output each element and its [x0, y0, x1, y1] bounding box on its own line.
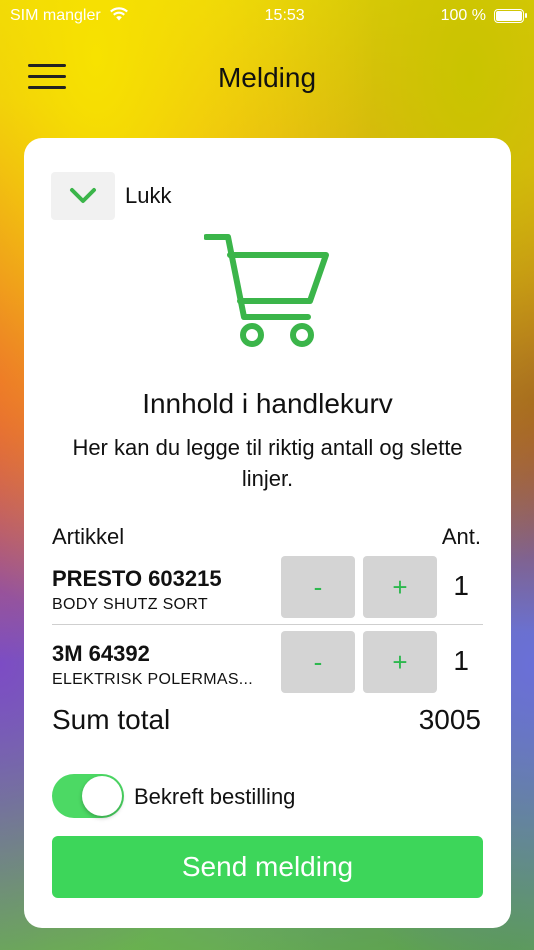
carrier-label: SIM mangler: [10, 7, 101, 24]
cart-row: PRESTO 603215 BODY SHUTZ SORT - + 1: [24, 556, 511, 622]
item-description: ELEKTRISK POLERMAS...: [52, 671, 254, 688]
status-bar: SIM mangler 15:53 100 %: [0, 0, 534, 32]
cart-heading: Innhold i handlekurv: [142, 388, 393, 419]
item-quantity: 1: [453, 645, 469, 676]
status-left: SIM mangler: [10, 6, 129, 27]
cart-subtext: Her kan du legge til riktig antall og sl…: [72, 435, 463, 491]
send-message-button[interactable]: Send melding: [52, 836, 483, 898]
close-button[interactable]: Lukk: [51, 172, 171, 220]
page-title: Melding: [217, 62, 317, 93]
battery-icon: [494, 9, 527, 23]
column-header-quantity: Ant.: [441, 524, 481, 549]
row-divider: [52, 624, 483, 625]
increase-quantity-button[interactable]: +: [363, 631, 437, 693]
wifi-icon: [109, 6, 129, 27]
confirm-order-label: Bekreft bestilling: [134, 784, 296, 809]
sum-total-label: Sum total: [52, 704, 171, 735]
cart-row: 3M 64392 ELEKTRISK POLERMAS... - + 1: [24, 631, 511, 697]
battery-percent: 100 %: [440, 7, 486, 24]
shopping-cart-icon: [204, 234, 329, 347]
column-header-article: Artikkel: [52, 524, 125, 549]
chevron-down-icon: [70, 188, 96, 203]
item-quantity: 1: [453, 570, 469, 601]
item-name: PRESTO 603215: [52, 566, 222, 591]
clock: 15:53: [264, 7, 305, 24]
close-label: Lukk: [125, 183, 172, 208]
confirm-order-toggle[interactable]: [52, 774, 124, 818]
decrease-quantity-button[interactable]: -: [281, 631, 355, 693]
item-name: 3M 64392: [52, 641, 150, 666]
toggle-knob: [82, 776, 122, 816]
close-icon-box[interactable]: [51, 172, 115, 220]
cart-card: Lukk Innhold i handlekurv Her kan du leg…: [24, 138, 511, 928]
decrease-quantity-button[interactable]: -: [281, 556, 355, 618]
status-right: 100 %: [440, 7, 527, 25]
item-description: BODY SHUTZ SORT: [52, 596, 208, 613]
nav-bar: Melding: [0, 40, 534, 116]
increase-quantity-button[interactable]: +: [363, 556, 437, 618]
sum-total-value: 3005: [418, 704, 481, 735]
